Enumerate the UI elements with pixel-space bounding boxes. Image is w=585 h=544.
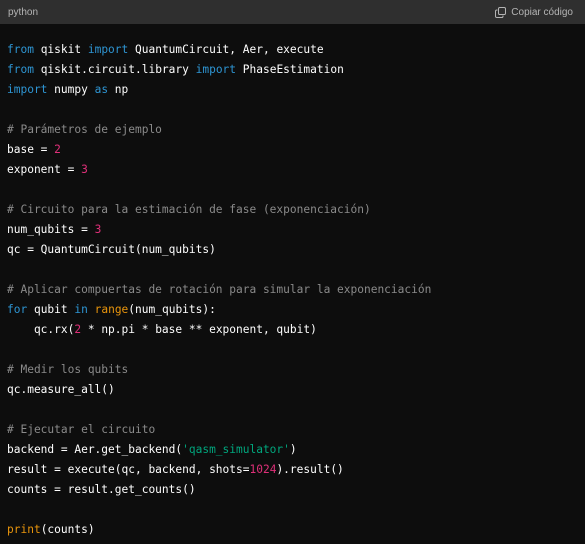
code-block-header: python Copiar código <box>0 0 585 24</box>
code-token: qiskit.circuit.library <box>33 63 196 76</box>
code-token: 1024 <box>249 463 277 476</box>
code-line: ​ <box>7 100 577 120</box>
code-token: from <box>7 63 34 76</box>
code-token: qc.measure_all() <box>7 383 115 396</box>
code-line: from qiskit.circuit.library import Phase… <box>7 60 577 80</box>
code-token: from <box>7 43 34 56</box>
code-line: ​ <box>7 180 577 200</box>
code-line: # Parámetros de ejemplo <box>7 120 577 140</box>
code-token: QuantumCircuit, Aer, execute <box>128 43 324 56</box>
code-line: result = execute(qc, backend, shots=1024… <box>7 460 577 480</box>
code-line: ​ <box>7 400 577 420</box>
code-token: # Ejecutar el circuito <box>7 423 156 436</box>
code-token: import <box>7 83 48 96</box>
code-token: import <box>195 63 237 76</box>
code-token: num_qubits = <box>7 223 95 236</box>
code-line: # Aplicar compuertas de rotación para si… <box>7 280 577 300</box>
code-token: import <box>87 43 129 56</box>
code-token: 'qasm_simulator' <box>182 443 290 456</box>
code-line: import numpy as np <box>7 80 577 100</box>
code-line: ​ <box>7 500 577 520</box>
code-token: counts = result.get_counts() <box>7 483 196 496</box>
code-line: counts = result.get_counts() <box>7 480 577 500</box>
code-line: num_qubits = 3 <box>7 220 577 240</box>
code-line: # Circuito para la estimación de fase (e… <box>7 200 577 220</box>
code-token: # Medir los qubits <box>7 363 129 376</box>
code-token: qc = QuantumCircuit(num_qubits) <box>7 243 216 256</box>
code-token: qubit <box>27 303 75 316</box>
code-line: base = 2 <box>7 140 577 160</box>
code-line: ​ <box>7 340 577 360</box>
code-line: print(counts) <box>7 520 577 540</box>
code-token: print <box>7 523 41 536</box>
code-token: as <box>94 83 109 96</box>
code-token: result = execute(qc, backend, shots= <box>7 463 250 476</box>
code-token: 2 <box>54 143 61 156</box>
code-token: 3 <box>94 223 102 236</box>
code-token: base = <box>7 143 55 156</box>
code-token: numpy <box>47 83 95 96</box>
code-token: backend = Aer.get_backend( <box>7 443 183 456</box>
code-token: (num_qubits): <box>128 303 216 316</box>
code-content: from qiskit import QuantumCircuit, Aer, … <box>0 24 585 540</box>
code-token: exponent = <box>7 163 82 176</box>
code-token: # Circuito para la estimación de fase (e… <box>7 203 371 216</box>
code-token: # Aplicar compuertas de rotación para si… <box>7 283 432 296</box>
copy-code-button[interactable]: Copiar código <box>495 6 573 18</box>
code-token: qiskit <box>33 43 88 56</box>
code-token: 3 <box>81 163 88 176</box>
code-line: qc.rx(2 * np.pi * base ** exponent, qubi… <box>7 320 577 340</box>
code-token: qc.rx( <box>7 323 75 336</box>
code-token: PhaseEstimation <box>236 63 344 76</box>
code-line: # Ejecutar el circuito <box>7 420 577 440</box>
code-token: ) <box>289 443 297 456</box>
code-token: ).result() <box>276 463 344 476</box>
code-line: for qubit in range(num_qubits): <box>7 300 577 320</box>
code-token: * np.pi * base ** exponent, qubit) <box>81 323 317 336</box>
code-line: exponent = 3 <box>7 160 577 180</box>
code-token: for <box>7 303 28 316</box>
code-block: python Copiar código from qiskit import … <box>0 0 585 544</box>
code-token: np <box>108 83 129 96</box>
code-token: (counts) <box>40 523 95 536</box>
code-token: range <box>94 303 129 316</box>
code-line: # Medir los qubits <box>7 360 577 380</box>
copy-code-label: Copiar código <box>511 6 573 18</box>
language-label: python <box>8 6 39 18</box>
code-token: in <box>74 303 88 316</box>
code-line: ​ <box>7 260 577 280</box>
code-token: # Parámetros de ejemplo <box>7 123 162 136</box>
code-line: from qiskit import QuantumCircuit, Aer, … <box>7 40 577 60</box>
code-line: qc = QuantumCircuit(num_qubits) <box>7 240 577 260</box>
code-line: backend = Aer.get_backend('qasm_simulato… <box>7 440 577 460</box>
code-line: qc.measure_all() <box>7 380 577 400</box>
copy-icon <box>495 6 507 18</box>
